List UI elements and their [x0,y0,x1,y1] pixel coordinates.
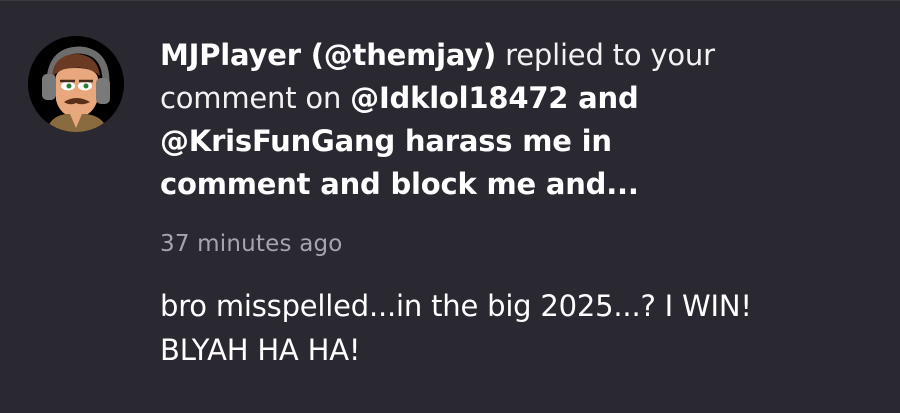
timestamp: 37 minutes ago [160,231,343,257]
action-text-cont: comment on [160,81,342,115]
reply-line-1: bro misspelled...in the big 2025...? I W… [160,289,752,323]
comment-title-line-1[interactable]: @Idklol18472 and [350,81,639,115]
notification-card[interactable]: MJPlayer (@themjay) replied to your comm… [0,0,900,413]
actor-name[interactable]: MJPlayer (@themjay) [160,38,496,72]
top-divider [0,0,900,1]
action-text: replied to your [505,38,715,72]
reply-text[interactable]: bro misspelled...in the big 2025...? I W… [160,284,880,372]
cartoon-man-headphones-avatar-icon [28,36,124,132]
avatar[interactable] [28,36,124,132]
comment-title-line-3[interactable]: comment and block me and... [160,167,639,201]
notification-text[interactable]: MJPlayer (@themjay) replied to your comm… [160,34,880,206]
reply-line-2: BLYAH HA HA! [160,333,361,367]
comment-title-line-2[interactable]: @KrisFunGang harass me in [160,124,612,158]
